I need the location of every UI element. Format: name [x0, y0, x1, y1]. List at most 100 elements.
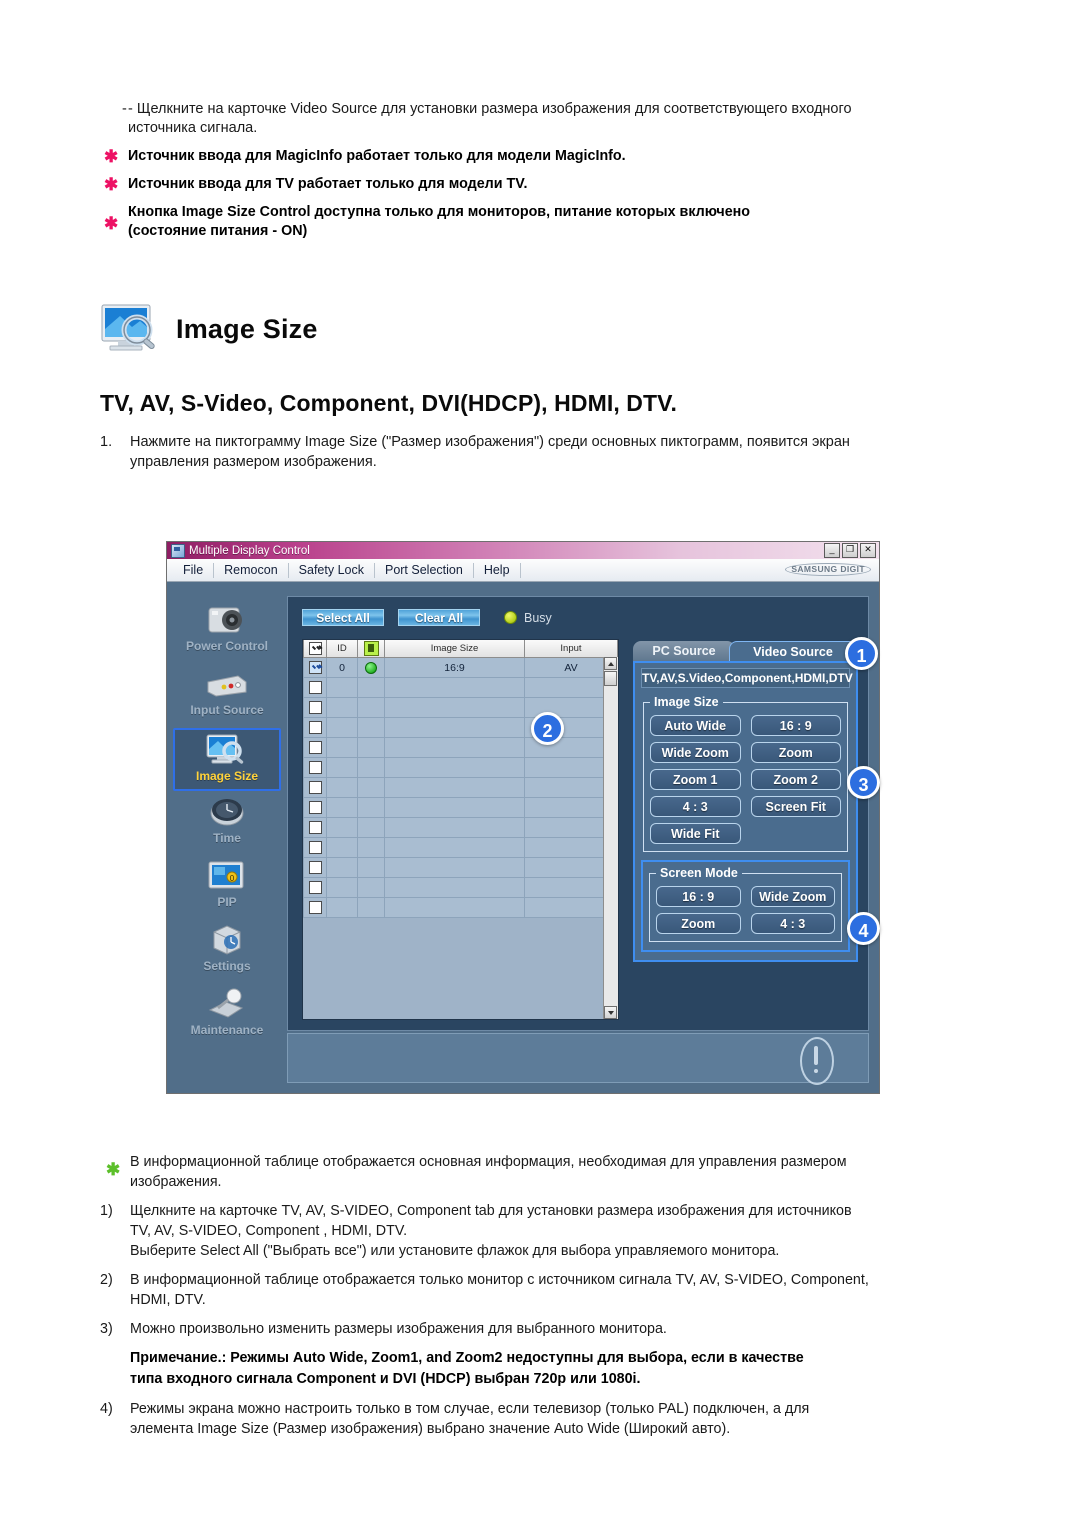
table-row[interactable] — [303, 757, 618, 778]
note-warning-line2: типа входного сигнала Component и DVI (H… — [130, 1371, 641, 1387]
note-tv: ✱ Источник ввода для TV работает только … — [100, 175, 980, 194]
note-isc-line1: Кнопка Image Size Control доступна тольк… — [128, 204, 751, 220]
row-checkbox[interactable] — [303, 717, 327, 738]
close-button[interactable]: ✕ — [860, 543, 876, 558]
wide-zoom-button[interactable]: Wide Zoom — [650, 742, 741, 763]
row-checkbox[interactable] — [303, 777, 327, 798]
table-vertical-scrollbar[interactable] — [603, 657, 618, 1019]
table-row[interactable] — [303, 837, 618, 858]
image-size-group-legend: Image Size — [654, 695, 719, 709]
sidebar-item-input-source[interactable]: Input Source — [173, 664, 281, 727]
select-all-button[interactable]: Select All — [302, 609, 384, 626]
maximize-button[interactable]: ❐ — [842, 543, 858, 558]
table-header-row: ID Image Size Input — [303, 640, 618, 658]
sidebar: Power Control Input Source Image Size Ti… — [173, 600, 281, 1048]
row-status — [357, 897, 385, 918]
zoom2-button[interactable]: Zoom 2 — [750, 769, 841, 790]
row-checkbox[interactable] — [303, 697, 327, 718]
screen-fit-button[interactable]: Screen Fit — [750, 796, 841, 817]
star-icon: ✱ — [104, 175, 119, 194]
row-image-size — [384, 837, 525, 858]
bottom-notes-block: ✱ В информационной таблице отображается … — [100, 1152, 990, 1439]
row-checkbox[interactable] — [303, 797, 327, 818]
screen-mode-sixteen-nine-button[interactable]: 16 : 9 — [656, 886, 741, 907]
clear-all-button[interactable]: Clear All — [398, 609, 480, 626]
table-row[interactable] — [303, 697, 618, 718]
table-row[interactable] — [303, 857, 618, 878]
tab-pc-source[interactable]: PC Source — [633, 641, 735, 661]
document-page: - - Щелкните на карточке Video Source дл… — [0, 0, 1080, 1527]
sidebar-item-time[interactable]: Time — [173, 792, 281, 855]
wide-fit-button[interactable]: Wide Fit — [650, 823, 741, 844]
table-row[interactable] — [303, 677, 618, 698]
screen-mode-four-three-button[interactable]: 4 : 3 — [750, 913, 835, 934]
sidebar-item-settings[interactable]: Settings — [173, 920, 281, 983]
note-item-4-line2: элемента Image Size (Размер изображения)… — [130, 1421, 731, 1437]
header-select-all-checkbox[interactable] — [303, 640, 327, 658]
row-checkbox[interactable] — [303, 737, 327, 758]
settings-cube-icon — [204, 922, 250, 958]
table-row[interactable] — [303, 877, 618, 898]
table-row[interactable] — [303, 737, 618, 758]
table-row[interactable] — [303, 797, 618, 818]
header-input: Input — [524, 640, 618, 658]
monitor-table[interactable]: ID Image Size Input 0 16:9 AV — [302, 639, 619, 1020]
window-controls[interactable]: _ ❐ ✕ — [824, 543, 876, 558]
sidebar-item-pip[interactable]: 0 PIP — [173, 856, 281, 919]
sidebar-item-power-control[interactable]: Power Control — [173, 600, 281, 663]
sixteen-nine-button[interactable]: 16 : 9 — [750, 715, 841, 736]
row-id — [326, 677, 358, 698]
scrollbar-thumb[interactable] — [604, 671, 617, 686]
row-image-size: 16:9 — [384, 657, 525, 678]
step-1: 1. Нажмите на пиктограмму Image Size ("Р… — [100, 432, 980, 472]
four-three-button[interactable]: 4 : 3 — [650, 796, 741, 817]
row-checkbox[interactable] — [303, 817, 327, 838]
row-id — [326, 777, 358, 798]
star-icon: ✱ — [104, 147, 119, 166]
row-checkbox[interactable] — [303, 657, 327, 678]
menu-item-remocon[interactable]: Remocon — [214, 562, 289, 578]
callout-badge-4: 4 — [847, 912, 880, 945]
table-row[interactable] — [303, 717, 618, 738]
status-bar — [287, 1033, 869, 1085]
source-types-label: TV,AV,S.Video,Component,HDMI,DTV — [641, 668, 853, 688]
note-item-2-number: 2) — [100, 1272, 113, 1288]
menu-item-safety-lock[interactable]: Safety Lock — [289, 562, 375, 578]
table-row[interactable] — [303, 777, 618, 798]
sidebar-item-image-size[interactable]: Image Size — [173, 728, 281, 791]
row-image-size — [384, 877, 525, 898]
note-warning: Примечание.: Режимы Auto Wide, Zoom1, an… — [100, 1348, 990, 1390]
screen-mode-button-grid: 16 : 9 Wide Zoom Zoom 4 : 3 — [656, 886, 835, 934]
tab-video-source[interactable]: Video Source — [729, 641, 857, 661]
row-id — [326, 697, 358, 718]
auto-wide-button[interactable]: Auto Wide — [650, 715, 741, 736]
table-row[interactable] — [303, 817, 618, 838]
screen-mode-group-legend: Screen Mode — [660, 866, 738, 880]
menu-item-port-selection[interactable]: Port Selection — [375, 562, 474, 578]
row-checkbox[interactable] — [303, 897, 327, 918]
row-checkbox[interactable] — [303, 877, 327, 898]
table-row[interactable]: 0 16:9 AV — [303, 657, 618, 678]
row-status — [357, 737, 385, 758]
screen-mode-zoom-button[interactable]: Zoom — [656, 913, 741, 934]
zoom1-button[interactable]: Zoom 1 — [650, 769, 741, 790]
sidebar-item-maintenance[interactable]: Maintenance — [173, 984, 281, 1047]
callout-badge-1: 1 — [845, 637, 878, 670]
scroll-down-arrow-icon[interactable] — [604, 1006, 617, 1019]
step-1-number: 1. — [100, 434, 113, 450]
row-checkbox[interactable] — [303, 837, 327, 858]
screen-mode-wide-zoom-button[interactable]: Wide Zoom — [750, 886, 835, 907]
video-source-note: - - Щелкните на карточке Video Source дл… — [100, 100, 980, 138]
row-checkbox[interactable] — [303, 857, 327, 878]
row-checkbox[interactable] — [303, 677, 327, 698]
row-checkbox[interactable] — [303, 757, 327, 778]
star-icon: ✱ — [104, 214, 119, 233]
menu-item-help[interactable]: Help — [474, 562, 521, 578]
menu-item-file[interactable]: File — [173, 562, 215, 578]
scroll-up-arrow-icon[interactable] — [604, 657, 617, 670]
minimize-button[interactable]: _ — [824, 543, 840, 558]
power-control-icon — [204, 602, 250, 638]
zoom-button[interactable]: Zoom — [750, 742, 841, 763]
table-row[interactable] — [303, 897, 618, 918]
step-1-body: Нажмите на пиктограмму Image Size ("Разм… — [100, 432, 980, 472]
